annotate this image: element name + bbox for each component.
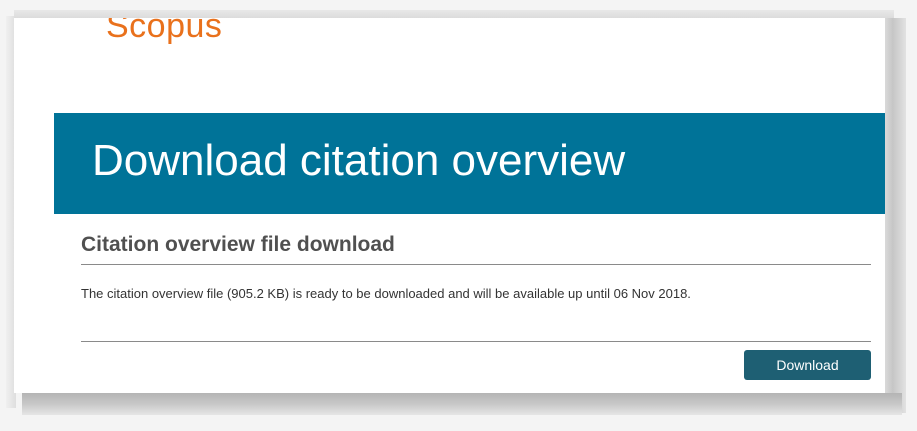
section-title: Citation overview file download [81, 232, 871, 265]
scopus-logo[interactable]: Scopus [106, 18, 222, 48]
page-header-banner: Download citation overview [54, 113, 885, 214]
section-divider [81, 341, 871, 342]
page-content: Scopus Download citation overview Citati… [14, 18, 885, 393]
page-title: Download citation overview [92, 136, 626, 185]
frame-shadow-right [884, 18, 906, 413]
frame-shadow-bottom [22, 393, 902, 415]
screenshot-frame: Scopus Download citation overview Citati… [0, 0, 917, 431]
download-section: Citation overview file download The cita… [81, 232, 871, 303]
download-ready-message: The citation overview file (905.2 KB) is… [81, 286, 691, 301]
download-button[interactable]: Download [744, 350, 871, 380]
